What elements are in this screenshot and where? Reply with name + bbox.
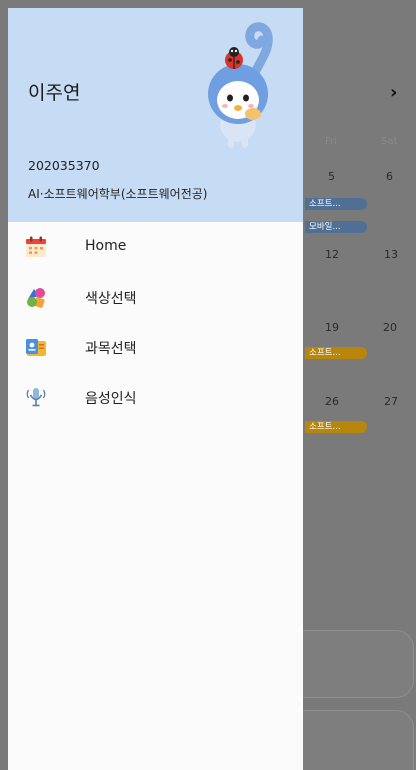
color-palette-icon: [27, 288, 45, 308]
calendar-day[interactable]: 5: [328, 170, 335, 183]
event-chip[interactable]: 소프트...: [305, 347, 367, 359]
calendar-day[interactable]: 13: [384, 248, 398, 261]
menu-item-color-select[interactable]: 색상선택: [8, 272, 303, 322]
calendar-day[interactable]: 26: [325, 395, 339, 408]
event-chip[interactable]: 소프트...: [305, 421, 367, 433]
department-label: AI·소프트웨어학부(소프트웨어전공): [28, 187, 208, 201]
menu-item-subject-select[interactable]: 과목선택: [8, 322, 303, 372]
menu-item-voice-recognition[interactable]: 음성인식: [8, 372, 303, 422]
schedule-card[interactable]: [288, 710, 414, 770]
calendar-day[interactable]: 27: [384, 395, 398, 408]
app-screen: › Fri Sat 5 6 소프트... 모바일... 12 13 19 20 …: [0, 0, 416, 770]
calendar-day[interactable]: 6: [386, 170, 393, 183]
menu-item-label: 음성인식: [85, 391, 137, 407]
subject-folder-icon: [26, 339, 46, 356]
menu-item-home[interactable]: Home: [8, 222, 303, 272]
drawer-menu: Home 색상선택 과목선택 음성인식: [8, 222, 303, 422]
calendar-day[interactable]: 19: [325, 321, 339, 334]
drawer-header: 이주연 202035370 AI·소프트웨어학부(소프트웨어전공): [8, 8, 303, 222]
event-chip[interactable]: 모바일...: [305, 221, 367, 233]
menu-item-label: 과목선택: [85, 341, 137, 357]
user-name: 이주연: [28, 82, 81, 104]
next-month-button[interactable]: ›: [390, 82, 397, 103]
menu-item-label: 색상선택: [85, 291, 137, 307]
schedule-card[interactable]: [288, 630, 414, 698]
event-chip[interactable]: 소프트...: [305, 198, 367, 210]
weekday-fri: Fri: [325, 136, 337, 147]
calendar-day[interactable]: 12: [325, 248, 339, 261]
calendar-icon: [26, 236, 46, 257]
weekday-sat: Sat: [381, 136, 398, 147]
mascot-icon: [208, 22, 273, 148]
navigation-drawer: 이주연 202035370 AI·소프트웨어학부(소프트웨어전공) Home 색…: [8, 8, 303, 770]
student-id: 202035370: [28, 158, 100, 173]
microphone-icon: [26, 388, 46, 407]
calendar-day[interactable]: 20: [383, 321, 397, 334]
menu-item-label: Home: [85, 238, 127, 254]
